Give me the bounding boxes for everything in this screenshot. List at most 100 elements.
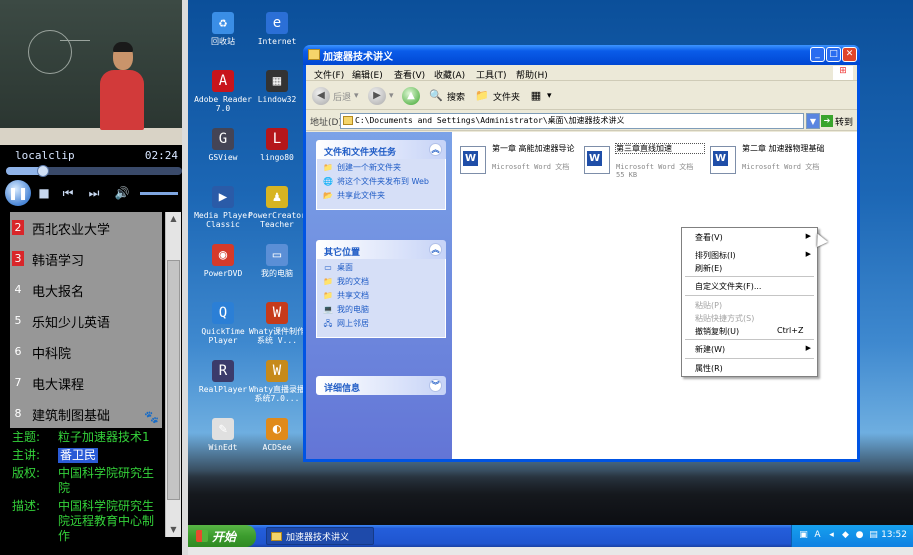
desktop-shortcut-label: 我的电脑 — [261, 269, 293, 278]
collapse-icon[interactable]: ︽ — [429, 243, 442, 256]
desktop-shortcut[interactable]: ▶ Media Player Classic — [194, 186, 252, 229]
scrollbar[interactable]: ▲ ▼ — [165, 212, 181, 537]
details-header[interactable]: 详细信息 ︾ — [316, 376, 446, 395]
file-tasks-header[interactable]: 文件和文件夹任务 ︽ — [316, 140, 446, 159]
context-menu-item[interactable]: 新建(W) — [695, 344, 725, 355]
scroll-thumb[interactable] — [167, 260, 180, 500]
menu-view[interactable]: 查看(V) — [394, 68, 425, 81]
channel-item[interactable]: 6 中科院 — [10, 336, 162, 367]
context-menu-item[interactable]: 撤销复制(U) — [695, 326, 739, 337]
maximize-button[interactable]: □ — [826, 47, 841, 62]
desktop-shortcut[interactable]: ♻ 回收站 — [194, 12, 252, 46]
place-desktop[interactable]: ▭ 桌面 — [323, 263, 439, 273]
file-item[interactable]: W 第三章直线加速 Microsoft Word 文档 55 KB — [584, 143, 705, 179]
search-label: 搜索 — [447, 92, 466, 103]
channel-item[interactable]: 2 西北农业大学 — [10, 212, 162, 243]
context-menu-item[interactable]: 刷新(E) — [695, 263, 722, 274]
context-menu-item[interactable]: 粘贴快捷方式(S) — [695, 313, 754, 324]
volume-slider[interactable] — [140, 192, 178, 195]
menu-tools[interactable]: 工具(T) — [476, 68, 507, 81]
desktop-shortcut[interactable]: G GSView — [194, 128, 252, 162]
desktop-shortcut[interactable]: ◐ ACDSee — [248, 418, 306, 452]
desktop-shortcut[interactable]: ✎ WinEdt — [194, 418, 252, 452]
display-tray-icon[interactable]: ▤ — [868, 530, 879, 541]
folders-button[interactable]: 📁 文件夹 — [474, 86, 520, 106]
address-dropdown-icon[interactable]: ▼ — [806, 113, 820, 129]
address-value: C:\Documents and Settings\Administrator\… — [355, 116, 625, 125]
views-dropdown-icon[interactable]: ▾ — [547, 91, 552, 101]
gsview-icon: G — [212, 128, 234, 150]
desktop-shortcut[interactable]: W Whaty直播录播系统7.0... — [248, 360, 306, 403]
place-shared-documents[interactable]: 📁 共享文档 — [323, 291, 439, 301]
desktop-shortcut[interactable]: W Whaty课件制作系统 V... — [248, 302, 306, 345]
desktop-shortcut[interactable]: A Adobe Reader 7.0 — [194, 70, 252, 113]
minimize-button[interactable]: _ — [810, 47, 825, 62]
context-menu-item[interactable]: 排列图标(I) — [695, 250, 736, 261]
desktop-shortcut[interactable]: Llingo80 — [248, 128, 306, 162]
place-my-documents[interactable]: 📁 我的文档 — [323, 277, 439, 287]
task-publish-web[interactable]: 🌐 将这个文件夹发布到 Web — [323, 177, 439, 187]
channel-item[interactable]: 4 电大报名 — [10, 274, 162, 305]
expand-icon[interactable]: ︾ — [429, 379, 442, 392]
task-new-folder[interactable]: 📁 创建一个新文件夹 — [323, 163, 439, 173]
desktop-shortcut[interactable]: ◉ PowerDVD — [194, 244, 252, 278]
scroll-up-arrow-icon[interactable]: ▲ — [167, 212, 180, 226]
shield-tray-icon[interactable]: ◆ — [840, 530, 851, 541]
place-my-computer[interactable]: 💻 我的电脑 — [323, 305, 439, 315]
desktop-shortcut[interactable]: ▭ 我的电脑 — [248, 244, 306, 278]
video-frame[interactable] — [0, 0, 182, 145]
window-title: 加速器技术讲义 — [323, 52, 393, 63]
desktop-shortcut[interactable]: ♟ PowerCreator Teacher — [248, 186, 306, 229]
channel-item[interactable]: 8 建筑制图基础 — [10, 398, 162, 429]
app-tray-icon[interactable]: ● — [854, 530, 865, 541]
network-tray-icon[interactable]: ▣ — [798, 530, 809, 541]
back-button[interactable]: ◀ 后退 ▾ — [312, 86, 359, 106]
channel-item[interactable]: 7 电大课程 — [10, 367, 162, 398]
file-item[interactable]: W 第一章 高能加速器导论 Microsoft Word 文档 — [460, 144, 580, 178]
forward-dropdown-icon[interactable]: ▾ — [389, 91, 394, 101]
back-dropdown-icon[interactable]: ▾ — [354, 91, 359, 101]
forward-button[interactable]: ▶ ▾ — [368, 86, 394, 106]
language-tray-icon[interactable]: A — [812, 530, 823, 541]
desktop-shortcut-label: 回收站 — [211, 37, 235, 46]
taskbar-window-button[interactable]: 加速器技术讲义 — [266, 527, 374, 545]
scroll-down-arrow-icon[interactable]: ▼ — [167, 523, 180, 537]
collapse-icon[interactable]: ︽ — [429, 143, 442, 156]
context-menu-item[interactable]: 粘贴(P) — [695, 300, 722, 311]
seek-handle[interactable] — [36, 165, 49, 177]
context-menu-item[interactable]: 查看(V) — [695, 232, 723, 243]
desktop-shortcut[interactable]: ▦ Lindow32 — [248, 70, 306, 104]
pause-button[interactable]: ❚❚ — [5, 180, 31, 206]
channel-item[interactable]: 5 乐知少儿英语 — [10, 305, 162, 336]
volume-icon[interactable]: 🔊 — [112, 183, 132, 203]
seek-bar[interactable] — [6, 165, 182, 177]
place-network[interactable]: 🖧 网上邻居 — [323, 319, 439, 329]
context-menu-item[interactable]: 属性(R) — [695, 363, 723, 374]
start-button[interactable]: 开始 — [188, 525, 256, 547]
menu-file[interactable]: 文件(F) — [314, 68, 344, 81]
stop-button[interactable]: ■ — [34, 183, 54, 203]
recycle-bin-icon: ♻ — [212, 12, 234, 34]
close-button[interactable]: ✕ — [842, 47, 857, 62]
views-button[interactable]: ▦ ▾ — [528, 86, 552, 106]
go-button[interactable]: ➔ 转到 — [821, 113, 855, 129]
speaker-tray-icon[interactable]: ◂ — [826, 530, 837, 541]
menu-help[interactable]: 帮助(H) — [516, 68, 548, 81]
paw-icon[interactable]: 🐾 — [144, 410, 159, 424]
context-menu-item[interactable]: 自定义文件夹(F)... — [695, 281, 761, 292]
up-button[interactable]: ▲ — [402, 86, 423, 106]
title-bar[interactable]: 加速器技术讲义 _ □ ✕ — [303, 45, 860, 65]
previous-button[interactable]: ⏮ — [58, 183, 78, 203]
other-places-header[interactable]: 其它位置 ︽ — [316, 240, 446, 259]
file-item[interactable]: W 第二章 加速器物理基础 Microsoft Word 文档 — [710, 144, 830, 178]
desktop-shortcut[interactable]: e Internet — [248, 12, 306, 46]
menu-edit[interactable]: 编辑(E) — [352, 68, 383, 81]
desktop-shortcut[interactable]: R RealPlayer — [194, 360, 252, 394]
menu-favorites[interactable]: 收藏(A) — [434, 68, 465, 81]
search-button[interactable]: 🔍 搜索 — [428, 86, 465, 106]
task-share-folder[interactable]: 📂 共享此文件夹 — [323, 191, 439, 201]
desktop-shortcut[interactable]: Q QuickTime Player — [194, 302, 252, 345]
next-button[interactable]: ⏭ — [84, 183, 104, 203]
channel-item[interactable]: 3 韩语学习 — [10, 243, 162, 274]
address-input[interactable]: C:\Documents and Settings\Administrator\… — [340, 113, 804, 129]
